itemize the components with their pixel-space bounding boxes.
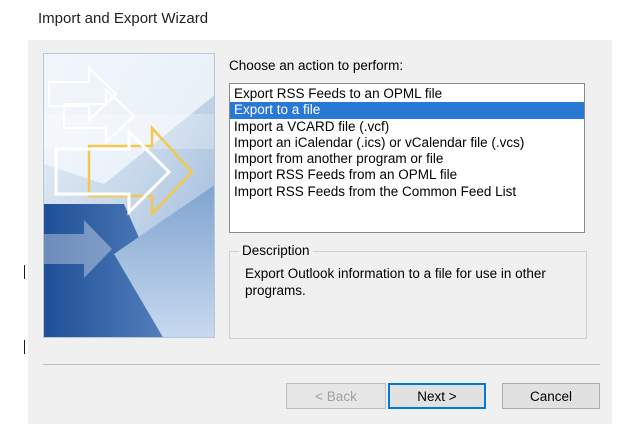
next-button[interactable]: Next > (388, 383, 486, 409)
action-item-import-from-program[interactable]: Import from another program or file (230, 151, 584, 167)
background-edge-mark (24, 340, 25, 354)
action-item-import-icalendar[interactable]: Import an iCalendar (.ics) or vCalendar … (230, 135, 584, 151)
action-item-export-rss-opml[interactable]: Export RSS Feeds to an OPML file (230, 86, 584, 102)
description-group: Description Export Outlook information t… (229, 243, 587, 339)
import-export-arrows-graphic (43, 53, 215, 338)
back-button[interactable]: < Back (286, 383, 386, 409)
action-item-import-rss-common-feed[interactable]: Import RSS Feeds from the Common Feed Li… (230, 184, 584, 200)
window-title: Import and Export Wizard (38, 10, 209, 27)
cancel-button[interactable]: Cancel (502, 383, 600, 409)
choose-action-label: Choose an action to perform: (229, 58, 404, 73)
action-item-export-to-file[interactable]: Export to a file (230, 102, 584, 119)
button-separator (43, 364, 600, 365)
description-legend: Description (239, 243, 313, 258)
background-edge-mark (24, 265, 25, 279)
action-item-import-vcard[interactable]: Import a VCARD file (.vcf) (230, 119, 584, 135)
description-text: Export Outlook information to a file for… (245, 266, 546, 298)
title-bar: Import and Export Wizard (28, 0, 612, 40)
action-item-import-rss-opml[interactable]: Import RSS Feeds from an OPML file (230, 167, 584, 183)
action-listbox[interactable]: Export RSS Feeds to an OPML file Export … (229, 83, 585, 233)
